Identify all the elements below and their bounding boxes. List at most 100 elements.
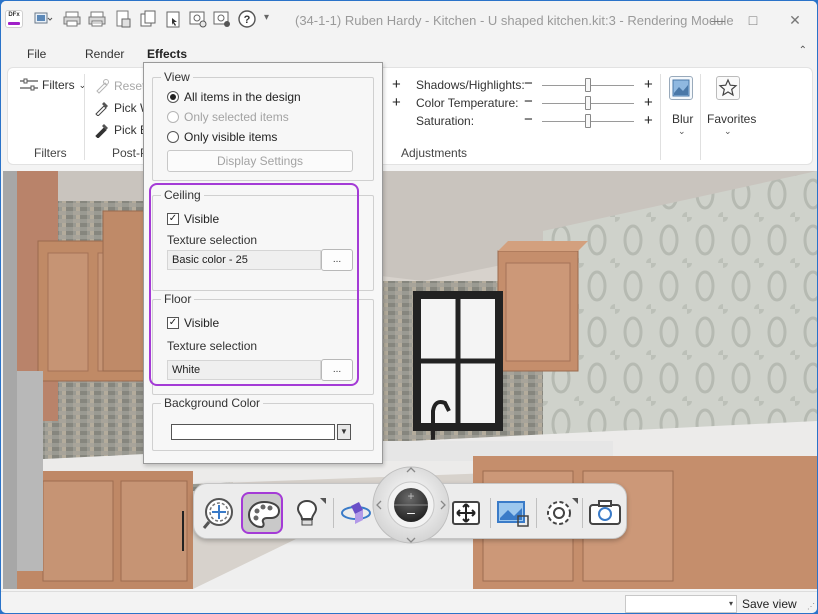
camera-button[interactable] <box>584 492 626 534</box>
temperature-increase-button[interactable]: + <box>644 94 653 112</box>
display-dropdown-icon[interactable] <box>33 9 53 29</box>
print-preview-icon[interactable] <box>87 9 107 29</box>
radio-visible-items-indicator[interactable] <box>167 131 179 143</box>
ceiling-visible-checkbox[interactable]: ✓ Visible <box>167 212 219 226</box>
background-color-dropdown-icon[interactable]: ▼ <box>337 424 351 440</box>
lighting-icon <box>296 498 326 526</box>
print-icon[interactable] <box>62 9 82 29</box>
ceiling-texture-label: Texture selection <box>167 233 258 247</box>
toolbar-separator <box>490 498 491 528</box>
svg-text:?: ? <box>244 14 251 26</box>
ceiling-visible-check[interactable]: ✓ <box>167 213 179 225</box>
lighting-button[interactable] <box>286 492 328 534</box>
zoom-pan-button[interactable] <box>198 492 240 534</box>
filters-icon <box>20 78 38 91</box>
blur-button[interactable] <box>669 76 693 100</box>
reset-label: Reset <box>114 79 146 93</box>
tab-render[interactable]: Render <box>85 47 124 61</box>
orbit-icon <box>341 502 371 524</box>
palette-button[interactable] <box>241 492 283 534</box>
star-icon <box>718 78 738 97</box>
ribbon: Filters ⌄ Filters Reset Pick W Pick Bl P… <box>7 67 813 165</box>
toolbar-separator <box>536 498 537 528</box>
plus-icon[interactable]: + <box>392 76 401 94</box>
close-button[interactable]: ✕ <box>781 7 809 33</box>
app-logo[interactable]: DFx <box>5 10 23 28</box>
radio-all-items[interactable]: All items in the design <box>167 90 301 104</box>
shadows-highlights-row: + Shadows/Highlights: − + <box>392 76 656 94</box>
filters-button[interactable]: Filters ⌄ <box>20 78 86 92</box>
shadows-highlights-label: Shadows/Highlights: <box>416 78 525 92</box>
ribbon-separator <box>84 74 85 160</box>
floor-texture-field[interactable]: White <box>167 360 321 380</box>
paste-icon[interactable] <box>163 9 183 29</box>
temperature-decrease-button[interactable]: − <box>524 94 533 110</box>
favorites-dropdown-icon[interactable]: ⌄ <box>724 126 732 137</box>
reset-button[interactable]: Reset <box>94 78 145 94</box>
view-group-title: View <box>161 70 193 84</box>
background-color-swatch[interactable] <box>171 424 335 440</box>
fit-view-icon <box>452 501 480 525</box>
floor-visible-check[interactable]: ✓ <box>167 317 179 329</box>
resize-grip-icon[interactable]: ⋰ <box>807 602 815 611</box>
radio-visible-items-label: Only visible items <box>184 130 278 144</box>
radio-visible-items[interactable]: Only visible items <box>167 130 277 144</box>
toolbar-separator <box>333 498 334 528</box>
shadows-increase-button[interactable]: + <box>644 76 653 94</box>
effects-panel: View All items in the design Only select… <box>143 62 383 464</box>
floor-visible-checkbox[interactable]: ✓ Visible <box>167 316 219 330</box>
shadows-slider-thumb[interactable] <box>585 78 591 92</box>
ribbon-collapse-icon[interactable]: ⌃ <box>799 45 807 56</box>
orbit-button[interactable] <box>335 492 371 534</box>
ceiling-texture-field[interactable]: Basic color - 25 <box>167 250 321 270</box>
floor-group-title: Floor <box>161 292 195 306</box>
ceiling-visible-label: Visible <box>184 212 220 226</box>
radio-all-items-indicator[interactable] <box>167 91 179 103</box>
radio-all-items-label: All items in the design <box>184 90 301 104</box>
camera-icon <box>589 500 621 525</box>
qat-customize-caret[interactable]: ▾ <box>264 12 269 23</box>
help-icon[interactable]: ? <box>237 9 257 29</box>
saturation-label: Saturation: <box>416 114 475 128</box>
temperature-slider-thumb[interactable] <box>585 96 591 110</box>
image-crop-button[interactable] <box>492 492 534 534</box>
saturation-slider-thumb[interactable] <box>585 114 591 128</box>
tab-file[interactable]: File <box>27 47 46 61</box>
export-icon[interactable] <box>113 9 133 29</box>
settings-icon[interactable] <box>212 9 232 29</box>
background-color-group: Background Color ▼ <box>152 396 374 451</box>
view-group: View All items in the design Only select… <box>152 70 374 181</box>
ceiling-texture-browse-button[interactable]: ... <box>321 249 353 271</box>
plus-icon[interactable]: + <box>392 94 401 112</box>
copy-icon[interactable] <box>138 9 158 29</box>
reset-icon <box>96 79 109 94</box>
blur-dropdown-icon[interactable]: ⌄ <box>678 126 686 137</box>
saved-view-select[interactable]: ▾ <box>625 595 737 613</box>
render-settings-icon[interactable] <box>188 9 208 29</box>
favorites-button[interactable] <box>716 76 740 100</box>
app-logo-text: DFx <box>8 12 20 18</box>
maximize-button[interactable]: □ <box>739 7 767 33</box>
ceiling-group-title: Ceiling <box>161 188 204 202</box>
ribbon-separator <box>660 74 661 160</box>
saturation-decrease-button[interactable]: − <box>524 112 533 128</box>
filters-group-label: Filters <box>34 146 67 160</box>
minimize-button[interactable]: — <box>704 7 732 33</box>
radio-selected-items[interactable]: Only selected items <box>167 110 289 124</box>
color-temperature-row: + Color Temperature: − + <box>392 94 656 112</box>
fit-view-button[interactable] <box>445 492 487 534</box>
background-color-title: Background Color <box>161 396 264 410</box>
shadows-decrease-button[interactable]: − <box>524 76 533 92</box>
navigation-dial[interactable]: + – <box>372 464 450 546</box>
radio-selected-items-indicator[interactable] <box>167 111 179 123</box>
favorites-label: Favorites <box>707 112 757 126</box>
image-crop-icon <box>497 501 529 527</box>
display-settings-button[interactable]: Display Settings <box>167 150 353 172</box>
chevron-down-icon: ▾ <box>728 599 733 608</box>
settings-gear-icon <box>547 498 578 525</box>
render-settings-button[interactable] <box>538 492 580 534</box>
saturation-increase-button[interactable]: + <box>644 112 653 130</box>
tab-effects[interactable]: Effects <box>147 47 187 61</box>
floor-texture-browse-button[interactable]: ... <box>321 359 353 381</box>
save-view-button[interactable]: Save view <box>742 597 797 611</box>
